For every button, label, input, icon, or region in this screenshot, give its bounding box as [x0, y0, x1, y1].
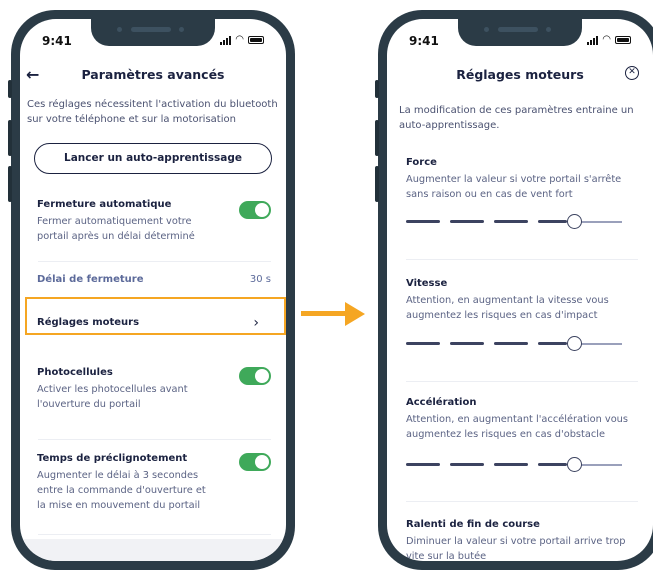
end-slowdown-row: Ralenti de fin de course Diminuer la val… [406, 519, 641, 561]
mute-switch [8, 80, 12, 98]
status-icons: ◠ [220, 35, 264, 45]
speed-desc: Attention, en augmentant la vitesse vous… [406, 295, 609, 321]
slider-track-segment [494, 463, 528, 466]
slider-track-segment [450, 220, 484, 223]
arrow-left-icon[interactable]: ← [26, 65, 39, 84]
speed-slider[interactable] [406, 336, 622, 351]
delay-label: Délai de fermeture [37, 274, 144, 285]
phone-frame-left: 9:41 ◠ ← Paramètres avancés Ces réglages… [8, 10, 295, 570]
slider-thumb[interactable] [567, 214, 582, 229]
auto-learning-button[interactable]: Lancer un auto-apprentissage [34, 143, 272, 174]
auto-close-toggle[interactable] [239, 201, 271, 219]
volume-up-button [8, 120, 12, 156]
screen-motor-settings: 9:41 ◠ Réglages moteurs ✕ La modificatio… [387, 19, 653, 561]
force-slider[interactable] [406, 214, 622, 229]
signal-icon [220, 35, 232, 45]
slider-track-segment [538, 220, 567, 223]
speed-title: Vitesse [406, 278, 448, 289]
screen-advanced-settings: 9:41 ◠ ← Paramètres avancés Ces réglages… [20, 19, 286, 561]
status-icons: ◠ [587, 35, 631, 45]
slider-track-segment [406, 220, 440, 223]
intro-text: Ces réglages nécessitent l'activation du… [27, 99, 278, 125]
wifi-icon: ◠ [235, 34, 244, 45]
divider [406, 259, 638, 260]
end-slowdown-desc: Diminuer la valeur si votre portail arri… [406, 536, 626, 561]
status-bar: 9:41 ◠ [20, 31, 286, 51]
signal-icon [587, 35, 599, 45]
acceleration-title: Accélération [406, 397, 477, 408]
force-desc: Augmenter la valeur si votre portail s'a… [406, 174, 622, 200]
divider [38, 261, 271, 262]
status-bar: 9:41 ◠ [387, 31, 653, 51]
preflash-desc: Augmenter le délai à 3 secondes entre la… [37, 470, 206, 511]
divider [406, 501, 638, 502]
close-icon[interactable]: ✕ [625, 66, 639, 80]
photocells-row: Photocellules Activer les photocellules … [37, 367, 271, 412]
auto-close-row: Fermeture automatique Fermer automatique… [37, 199, 271, 244]
volume-up-button [375, 120, 379, 156]
force-row: Force Augmenter la valeur si votre porta… [406, 157, 641, 202]
status-time: 9:41 [409, 34, 439, 48]
auto-close-title: Fermeture automatique [37, 199, 172, 210]
highlight-frame [25, 297, 286, 335]
slider-track-segment [450, 463, 484, 466]
slider-thumb[interactable] [567, 457, 582, 472]
slider-track-segment [538, 342, 567, 345]
photocells-toggle[interactable] [239, 367, 271, 385]
slider-track-segment [406, 342, 440, 345]
volume-down-button [8, 166, 12, 202]
delay-value: 30 s [249, 274, 271, 285]
phone-frame-right: 9:41 ◠ Réglages moteurs ✕ La modificatio… [375, 10, 653, 570]
preflash-toggle[interactable] [239, 453, 271, 471]
arrow-right-icon [301, 302, 369, 326]
status-time: 9:41 [42, 34, 72, 48]
preflash-title: Temps de préclignotement [37, 453, 188, 464]
volume-down-button [375, 166, 379, 202]
divider [38, 534, 271, 535]
divider [38, 439, 271, 440]
auto-close-desc: Fermer automatiquement votre portail apr… [37, 216, 195, 242]
slider-track-segment [494, 342, 528, 345]
slider-track-rest [581, 464, 622, 466]
slider-track-segment [450, 342, 484, 345]
page-title: Réglages moteurs [456, 67, 584, 82]
acceleration-desc: Attention, en augmentant l'accélération … [406, 414, 628, 440]
acceleration-row: Accélération Attention, en augmentant l'… [406, 397, 641, 442]
end-slowdown-title: Ralenti de fin de course [406, 519, 540, 530]
slider-track-segment [494, 220, 528, 223]
photocells-title: Photocellules [37, 367, 113, 378]
page-title: Paramètres avancés [81, 67, 225, 82]
delay-row[interactable]: Délai de fermeture 30 s [37, 274, 271, 285]
speed-row: Vitesse Attention, en augmentant la vite… [406, 278, 641, 323]
slider-thumb[interactable] [567, 336, 582, 351]
force-title: Force [406, 157, 437, 168]
battery-icon [615, 36, 631, 44]
wifi-icon: ◠ [602, 34, 611, 45]
slider-track-segment [538, 463, 567, 466]
mute-switch [375, 80, 379, 98]
divider [406, 381, 638, 382]
photocells-desc: Activer les photocellules avant l'ouvert… [37, 384, 188, 410]
slider-track-segment [406, 463, 440, 466]
slider-track-rest [581, 343, 622, 345]
acceleration-slider[interactable] [406, 457, 622, 472]
bottom-area [20, 539, 286, 561]
page-header: ← Paramètres avancés [20, 65, 286, 93]
page-header: Réglages moteurs ✕ [387, 66, 653, 93]
intro-text: La modification de ces paramètres entrai… [399, 105, 634, 131]
slider-track-rest [581, 221, 622, 223]
preflash-row: Temps de préclignotement Augmenter le dé… [37, 453, 271, 513]
battery-icon [248, 36, 264, 44]
